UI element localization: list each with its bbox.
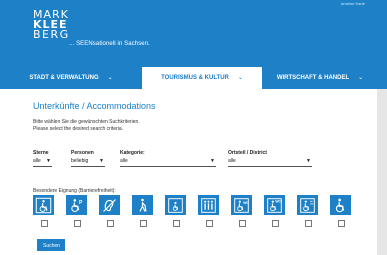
elevator-icon[interactable] — [165, 195, 186, 215]
personen-label: Personen — [71, 150, 94, 156]
kategorie-select[interactable]: alle ▼ — [120, 157, 216, 167]
wheelchair-shower-icon[interactable] — [297, 195, 318, 215]
checkbox-wheelchair-parking[interactable] — [74, 220, 81, 227]
intro-line-de: Bitte wählen Sie die gewünschten Suchkri… — [33, 119, 140, 125]
nav-tourismus-kultur[interactable]: TOURISMUS & KULTUR ⌄ — [147, 67, 257, 89]
wheelchair-wc-icon[interactable]: WC — [264, 195, 285, 215]
checkbox-elevator[interactable] — [173, 220, 180, 227]
svg-text:P: P — [79, 199, 83, 205]
personen-value: beliebig — [71, 158, 89, 164]
nav-wirtschaft-handel[interactable]: WIRTSCHAFT & HANDEL ⌄ — [262, 67, 378, 89]
walking-aid-icon[interactable] — [132, 195, 153, 215]
intro-line-en: Please select the desired search criteri… — [33, 126, 124, 132]
checkbox-hearing-impaired[interactable] — [107, 220, 114, 227]
nav-label: TOURISMUS & KULTUR — [161, 75, 229, 81]
nav-stadt-verwaltung[interactable]: STADT & VERWALTUNG ⌄ — [0, 67, 142, 89]
svg-text:WC: WC — [243, 200, 249, 204]
caret-down-icon: ▼ — [210, 158, 215, 164]
caret-down-icon: ▼ — [46, 158, 51, 164]
nav-label: STADT & VERWALTUNG — [29, 75, 99, 81]
accessibility-label: Besondere Eignung (Barrierefreiheit): — [33, 188, 116, 194]
nav-edge — [378, 67, 387, 89]
chevron-down-icon: ⌄ — [237, 75, 243, 81]
wheelchair-parking-icon[interactable]: P — [66, 195, 87, 215]
checkbox-family-accessible[interactable] — [206, 220, 213, 227]
ortsteil-value: alle — [228, 158, 236, 164]
chevron-down-icon: ⌄ — [107, 75, 113, 81]
checkbox-wheelchair-wc-1[interactable] — [239, 220, 246, 227]
ortsteil-label: Ortsteil / District — [228, 150, 267, 156]
page-title: Unterkünfte / Accommodations — [33, 101, 156, 111]
checkbox-wheelchair-wc-2[interactable] — [272, 220, 279, 227]
caret-down-icon: ▼ — [99, 158, 104, 164]
main-navigation: STADT & VERWALTUNG ⌄ TOURISMUS & KULTUR ⌄ … — [0, 67, 387, 89]
checkbox-wheelchair-shower[interactable] — [305, 220, 312, 227]
wheelchair-info-icon[interactable] — [33, 195, 54, 215]
tagline: ... SEENsationell in Sachsen. — [69, 41, 150, 47]
city-logo[interactable]: MARK KLEE BERG — [33, 9, 70, 41]
checkbox-wheelchair[interactable] — [338, 220, 345, 227]
site-header: MARK KLEE BERG ... SEENsationell in Sach… — [0, 0, 387, 67]
top-links[interactable]: Anreise Karte — [341, 1, 365, 6]
nav-label: WIRTSCHAFT & HANDEL — [276, 75, 350, 81]
hearing-impaired-icon[interactable] — [99, 195, 120, 215]
ortsteil-select[interactable]: alle ▼ — [228, 157, 312, 167]
caret-down-icon: ▼ — [306, 158, 311, 164]
checkbox-walking-aid[interactable] — [140, 220, 147, 227]
intro-text: Bitte wählen Sie die gewünschten Suchkri… — [33, 119, 140, 133]
page-side-gap — [370, 89, 377, 255]
sterne-select[interactable]: alle ▼ — [33, 157, 52, 167]
wheelchair-icon[interactable] — [330, 195, 351, 215]
sterne-value: alle — [33, 158, 41, 164]
logo-line-3: BERG — [33, 28, 70, 41]
family-accessible-icon[interactable] — [198, 195, 219, 215]
search-button[interactable]: Suchen — [37, 239, 65, 251]
sterne-label: Sterne — [33, 150, 49, 156]
wheelchair-wc-icon[interactable]: WC — [231, 195, 252, 215]
chevron-down-icon: ⌄ — [358, 75, 364, 81]
kategorie-label: Kategorie: — [120, 150, 145, 156]
kategorie-value: alle — [120, 158, 128, 164]
svg-text:WC: WC — [275, 199, 281, 203]
checkbox-wheelchair-info[interactable] — [41, 220, 48, 227]
personen-select[interactable]: beliebig ▼ — [71, 157, 105, 167]
